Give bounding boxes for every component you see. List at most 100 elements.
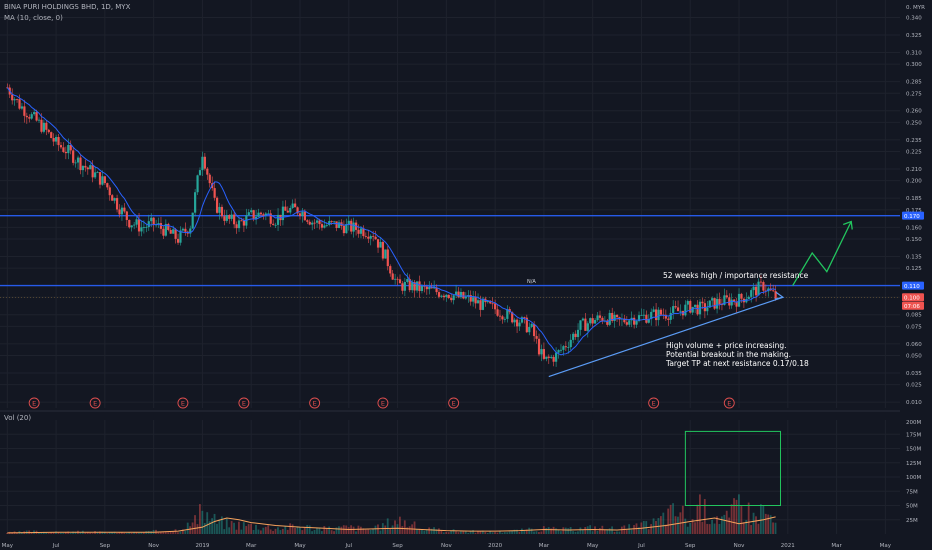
candle-body bbox=[747, 296, 750, 299]
candle-body bbox=[64, 151, 67, 154]
candle-body bbox=[11, 94, 14, 101]
candle-body bbox=[20, 106, 24, 109]
volume-tick-label: 150M bbox=[906, 447, 921, 453]
volume-bar bbox=[403, 520, 406, 534]
candle-body bbox=[184, 228, 187, 232]
candle-body bbox=[18, 99, 21, 109]
volume-bar bbox=[686, 526, 689, 534]
candle-body bbox=[125, 211, 128, 220]
volume-bar bbox=[386, 518, 389, 534]
volume-bar bbox=[584, 526, 587, 534]
time-tick-label: Mar bbox=[246, 543, 257, 549]
candle-body bbox=[208, 174, 211, 184]
volume-bar bbox=[396, 524, 399, 534]
volume-bar bbox=[530, 528, 533, 534]
ma-legend[interactable]: MA (10, close, 0) bbox=[4, 14, 63, 22]
candle-body bbox=[374, 236, 377, 240]
volume-bar bbox=[733, 498, 735, 534]
volume-bar bbox=[596, 530, 599, 534]
symbol-legend[interactable]: BINA PURI HOLDINGS BHD, 1D, MYX bbox=[4, 3, 130, 11]
candle-body bbox=[172, 229, 175, 234]
time-tick-label: Mar bbox=[539, 543, 550, 549]
volume-bar bbox=[194, 515, 196, 534]
candle-body bbox=[513, 319, 516, 323]
thesis-annotation-line-2[interactable]: Potential breakout in the making. bbox=[666, 350, 791, 359]
time-tick-label: Mar bbox=[831, 543, 842, 549]
candle-body bbox=[596, 315, 599, 321]
candle-body bbox=[167, 223, 170, 230]
volume-bar bbox=[323, 526, 326, 534]
earnings-marker-label: E bbox=[93, 400, 97, 408]
volume-bar bbox=[496, 532, 499, 534]
time-tick-label: Sep bbox=[392, 543, 403, 549]
volume-bar bbox=[303, 527, 306, 534]
thesis-annotation-line-3[interactable]: Target TP at next resistance 0.17/0.18 bbox=[666, 359, 809, 368]
volume-legend[interactable]: Vol (20) bbox=[4, 414, 31, 422]
candle-body bbox=[33, 112, 36, 115]
candle-body bbox=[696, 304, 699, 315]
resistance-2-badge-text: 0.110 bbox=[904, 284, 920, 290]
volume-bar bbox=[423, 530, 426, 534]
volume-bar bbox=[352, 526, 355, 534]
price-tick-label: 0.300 bbox=[906, 62, 922, 68]
candle-body bbox=[298, 213, 302, 217]
candle-body bbox=[103, 176, 106, 184]
candle-body bbox=[594, 320, 597, 324]
candle-body bbox=[84, 165, 87, 168]
candle-body bbox=[730, 299, 733, 306]
price-tick-label: 0.150 bbox=[906, 237, 922, 243]
candle-body bbox=[191, 212, 194, 229]
candle-body bbox=[318, 220, 321, 225]
time-tick-label: Jul bbox=[344, 543, 352, 549]
volume-bar bbox=[367, 529, 370, 534]
candle-body bbox=[679, 310, 682, 312]
thesis-annotation-line-1[interactable]: High volume + price increasing. bbox=[666, 341, 787, 350]
volume-bar bbox=[655, 520, 657, 534]
resistance-annotation[interactable]: 52 weeks high / importance resistance bbox=[663, 271, 808, 280]
candle-body bbox=[237, 220, 241, 229]
volume-bar bbox=[408, 526, 411, 534]
time-tick-label: 2021 bbox=[781, 543, 795, 549]
candle-body bbox=[272, 223, 275, 225]
candle-body bbox=[274, 224, 277, 226]
volume-bar bbox=[474, 532, 477, 534]
volume-bar bbox=[720, 516, 723, 534]
candle-body bbox=[250, 210, 253, 213]
small-marker-label: N/A bbox=[527, 279, 536, 285]
candle-body bbox=[528, 326, 531, 333]
candle-body bbox=[613, 314, 616, 321]
volume-bar bbox=[506, 532, 509, 534]
candle-body bbox=[108, 187, 111, 196]
candle-body bbox=[752, 286, 755, 291]
candle-body bbox=[442, 295, 446, 298]
volume-bar bbox=[189, 526, 192, 534]
candle-body bbox=[313, 222, 316, 224]
candle-body bbox=[569, 339, 572, 348]
candle-body bbox=[352, 222, 355, 232]
volume-bar bbox=[774, 522, 777, 534]
price-tick-label: 0.250 bbox=[906, 120, 922, 126]
volume-bar bbox=[213, 513, 216, 534]
volume-bar bbox=[603, 529, 606, 534]
volume-bar bbox=[491, 532, 494, 534]
volume-bar bbox=[333, 531, 335, 534]
volume-bar bbox=[586, 526, 589, 534]
time-tick-label: Nov bbox=[148, 543, 159, 549]
candle-body bbox=[106, 183, 109, 188]
volume-bar bbox=[262, 527, 265, 534]
volume-bar bbox=[750, 525, 753, 534]
candle-body bbox=[501, 316, 504, 320]
volume-bar bbox=[659, 516, 662, 534]
volume-bar bbox=[508, 531, 511, 534]
volume-bar bbox=[564, 527, 567, 534]
volume-bar bbox=[581, 529, 584, 534]
candle-body bbox=[25, 115, 28, 118]
volume-bar bbox=[399, 516, 401, 534]
volume-bar bbox=[247, 524, 250, 534]
volume-bar bbox=[538, 532, 540, 534]
volume-tick-label: 50M bbox=[906, 504, 918, 510]
candle-body bbox=[174, 229, 177, 239]
candle-body bbox=[445, 294, 448, 298]
candle-body bbox=[259, 212, 263, 215]
candle-body bbox=[515, 319, 519, 327]
